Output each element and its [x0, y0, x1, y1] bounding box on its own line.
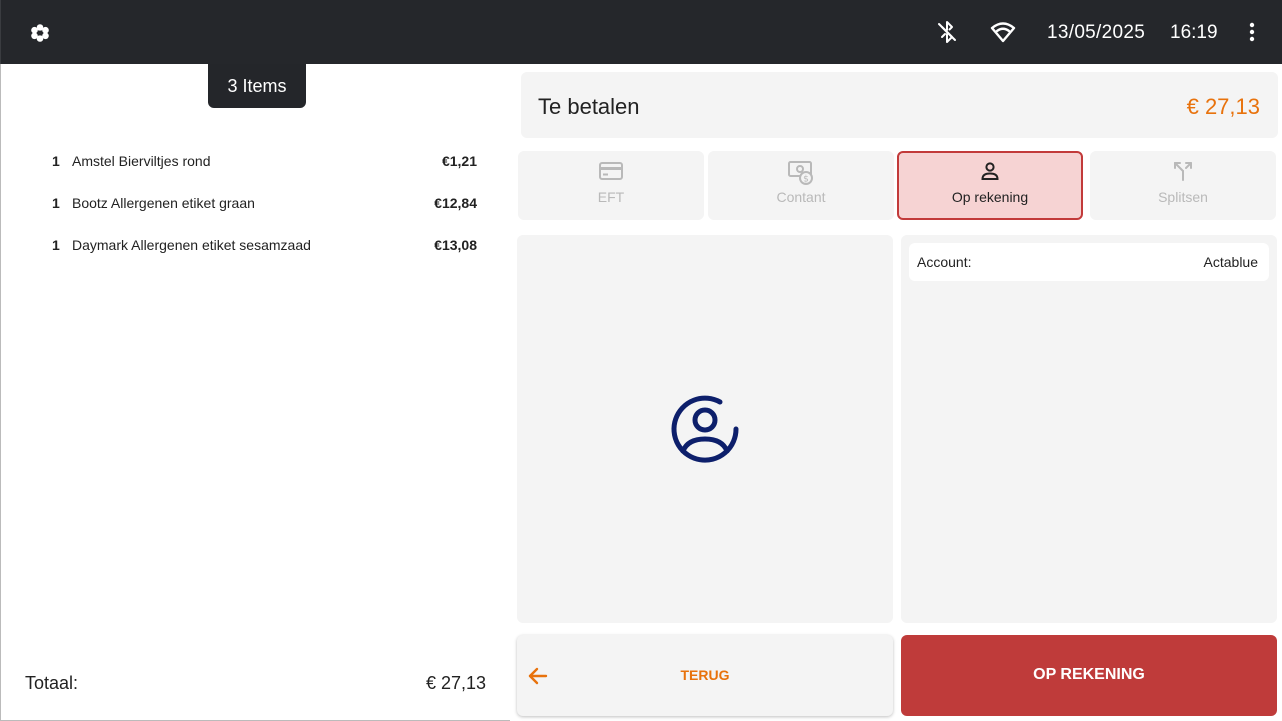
cart-line-price: €1,21 [441, 153, 477, 169]
account-row: Account: Actablue [909, 243, 1269, 281]
payment-method-on-account[interactable]: Op rekening [897, 151, 1083, 220]
cart-line-qty: 1 [52, 237, 60, 253]
payment-method-label: Op rekening [951, 189, 1029, 205]
customer-panel[interactable] [517, 235, 893, 623]
total-label: Totaal: [25, 673, 79, 693]
amount-due-label: Te betalen [538, 94, 640, 119]
cart-line-name: Daymark Allergenen etiket sesamzaad [72, 237, 311, 253]
cart-line-qty: 1 [52, 153, 60, 169]
account-label: Account: [917, 254, 972, 270]
account-value: Actablue [1203, 254, 1258, 270]
flower-logo-icon[interactable] [28, 21, 52, 45]
cart-line-name: Amstel Bierviltjes rond [72, 153, 211, 169]
amount-due-value: € 27,13 [1186, 94, 1260, 119]
person-icon [981, 162, 999, 180]
status-time: 16:19 [1170, 22, 1218, 43]
payment-method-cash[interactable]: $ Contant [708, 151, 894, 220]
cart-line[interactable]: 1 Daymark Allergenen etiket sesamzaad €1… [0, 237, 510, 259]
back-button-label: Terug [680, 667, 730, 683]
payment-method-eft[interactable]: EFT [518, 151, 704, 220]
status-date: 13/05/2025 [1047, 22, 1146, 43]
cart-line-qty: 1 [52, 195, 60, 211]
cart-line-price: €13,08 [434, 237, 477, 253]
amount-due-header: Te betalen € 27,13 [521, 72, 1278, 138]
more-vertical-icon[interactable] [1240, 20, 1264, 44]
confirm-on-account-button[interactable]: Op rekening [901, 635, 1277, 716]
cash-icon: $ [788, 161, 813, 185]
payment-method-label: Contant [776, 189, 826, 205]
payment-method-label: EFT [597, 189, 625, 205]
payment-method-split[interactable]: Splitsen [1090, 151, 1276, 220]
cart-line-name: Bootz Allergenen etiket graan [72, 195, 255, 211]
payment-method-label: Splitsen [1158, 189, 1208, 205]
cart-line[interactable]: 1 Amstel Bierviltjes rond €1,21 [0, 153, 510, 175]
account-circle-icon [671, 395, 739, 463]
wifi-icon [990, 22, 1016, 43]
status-bar: 13/05/2025 16:19 [0, 0, 1282, 64]
back-button[interactable]: Terug [517, 635, 893, 716]
total-value: € 27,13 [426, 673, 487, 693]
cart-line[interactable]: 1 Bootz Allergenen etiket graan €12,84 [0, 195, 510, 217]
cart-line-price: €12,84 [434, 195, 477, 211]
account-info-panel: Account: Actablue [901, 235, 1277, 623]
items-count-badge: 3 Items [208, 64, 306, 108]
svg-text:$: $ [803, 175, 809, 185]
credit-card-icon [599, 162, 623, 180]
confirm-button-label: Op rekening [1033, 666, 1145, 683]
split-icon [1174, 162, 1192, 181]
bluetooth-off-icon [938, 21, 956, 43]
